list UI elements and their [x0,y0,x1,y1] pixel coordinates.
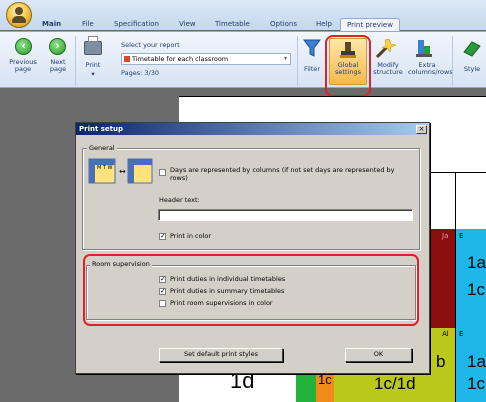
wand-icon[interactable] [374,38,396,60]
cell-code: E [459,232,464,240]
set-default-print-styles-button[interactable]: Set default print styles [159,348,283,362]
highlight-annotation [325,35,371,97]
tab-specification[interactable]: Specification [114,20,159,31]
timetable-cell [456,229,486,328]
cell-text: 1a [467,253,486,272]
report-select-value: Timetable for each classroom [132,55,229,63]
header-text-input[interactable] [158,209,413,221]
previous-page-button[interactable]: Previous page [3,59,43,73]
tab-help[interactable]: Help [316,20,332,31]
days-columns-label: Days are represented by columns (if not … [170,166,395,182]
extra-columns-icon[interactable] [414,38,434,60]
filter-button[interactable]: Filter [301,66,323,73]
tab-timetable[interactable]: Timetable [215,20,250,31]
tab-print-preview[interactable]: Print preview [340,18,400,32]
printer-icon[interactable] [84,36,102,55]
print-in-color-checkbox[interactable]: ✓ [159,233,166,240]
print-button[interactable]: Print [80,62,106,69]
print-in-color-label: Print in color [170,232,212,240]
style-icon[interactable] [462,40,482,58]
svg-text:M T W: M T W [97,165,113,171]
previous-arrow-icon[interactable]: ‹ [15,38,32,55]
ribbon-separator [75,36,76,86]
tab-options[interactable]: Options [270,20,297,31]
cell-text: 1c [318,372,332,387]
cell-text: b [436,352,446,371]
tab-main[interactable]: Main [42,20,61,31]
cell-code: Al [442,330,449,338]
header-text-label: Header text: [159,196,200,204]
report-icon [124,56,130,62]
tab-file[interactable]: File [82,20,94,31]
table-border [179,96,486,97]
select-report-label: Select your report [121,41,180,49]
person-head-icon [15,7,23,15]
cell-code: E [459,330,464,338]
highlight-annotation [83,254,419,326]
print-dropdown-icon[interactable]: ▾ [80,71,106,78]
report-select[interactable]: Timetable for each classroom ▾ [121,53,291,65]
person-body-icon [12,16,26,23]
timetable-cell [430,229,455,328]
cell-text: 1c [467,280,485,299]
ok-button[interactable]: OK [345,348,412,362]
cell-text: 1c [467,374,485,393]
dialog-title: Print setup [76,123,427,135]
general-group-label: General [87,144,117,152]
tab-view[interactable]: View [179,20,196,31]
close-icon[interactable]: × [416,125,427,134]
next-arrow-icon[interactable]: › [49,38,66,55]
svg-text:↔: ↔ [119,167,126,176]
days-columns-checkbox[interactable] [159,169,166,176]
next-page-button[interactable]: Next page [43,59,73,73]
extra-columns-rows-button[interactable]: Extra columns/rows [408,62,453,76]
cell-text: 1a [467,352,486,371]
cell-text: 1c/1d [374,374,416,393]
chevron-down-icon: ▾ [283,55,287,62]
ribbon-separator [452,36,453,86]
layout-swap-icon: M T W ↔ [88,158,153,184]
application-menu-button[interactable] [6,2,32,28]
style-button[interactable]: Style [460,66,484,73]
cell-code: Ja [442,232,449,240]
ribbon-separator [297,36,298,86]
modify-structure-button[interactable]: Modify structure [370,62,406,76]
filter-icon[interactable] [303,38,321,58]
pages-indicator: Pages: 3/30 [121,69,159,77]
